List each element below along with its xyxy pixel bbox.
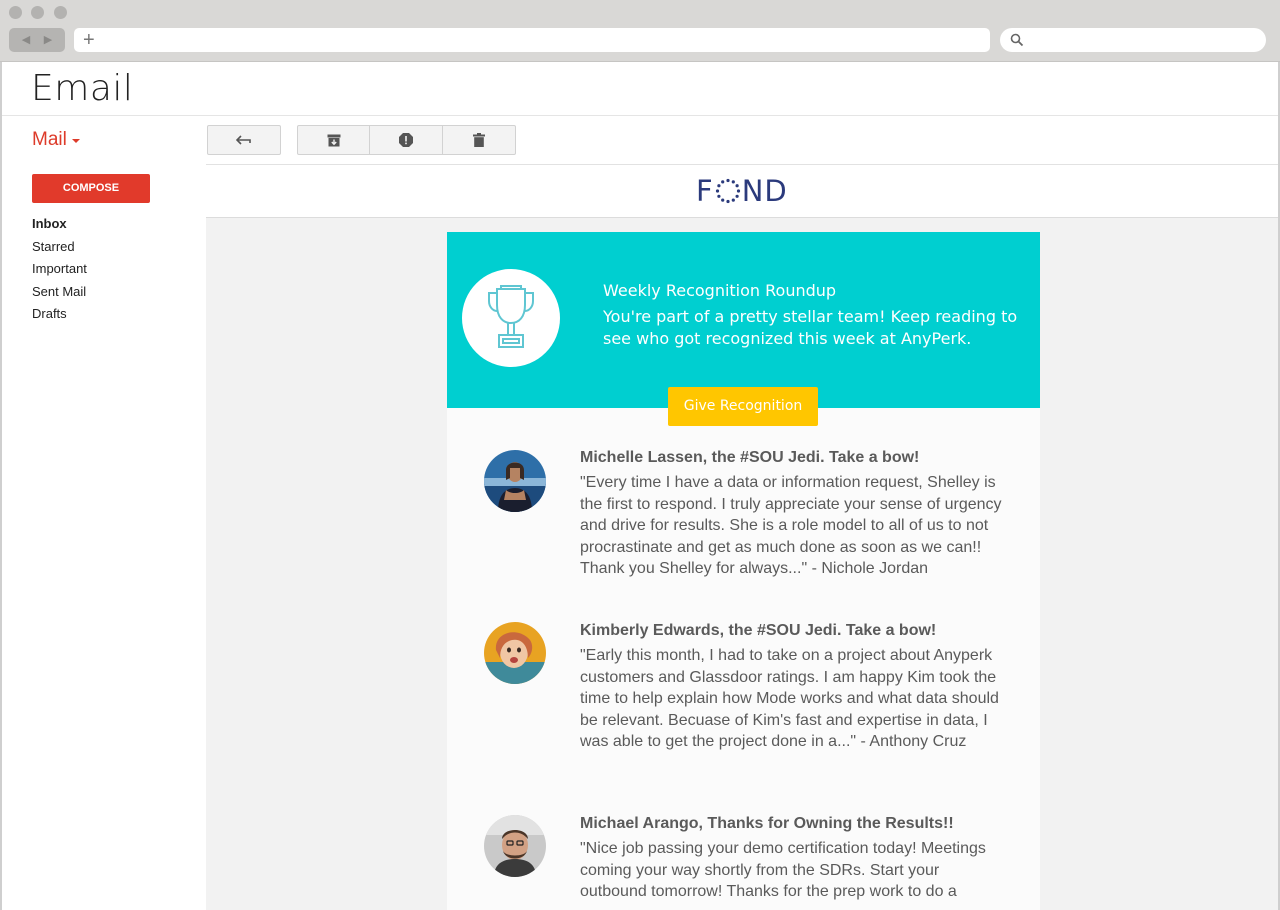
fond-logo: F ND — [696, 173, 788, 209]
logo-dotted-o-icon — [715, 178, 740, 204]
caret-down-icon[interactable] — [72, 139, 80, 143]
delete-icon — [473, 133, 485, 147]
recognition-entry-title: Kimberly Edwards, the #SOU Jedi. Take a … — [580, 622, 937, 639]
browser-search-field[interactable] — [1000, 28, 1266, 52]
sidebar-item-drafts[interactable]: Drafts — [32, 304, 87, 327]
archive-button[interactable] — [297, 125, 370, 155]
back-arrow-icon[interactable]: ◀ — [22, 34, 30, 46]
window-zoom-dot[interactable] — [54, 6, 67, 19]
avatar-photo — [484, 450, 546, 512]
sidebar-item-inbox[interactable]: Inbox — [32, 214, 87, 237]
mail-dropdown[interactable]: Mail — [32, 129, 67, 151]
new-tab-plus-icon[interactable]: + — [83, 29, 95, 51]
forward-arrow-icon[interactable]: ▶ — [44, 34, 52, 46]
give-recognition-button[interactable]: Give Recognition — [668, 387, 818, 426]
recognition-entry-body: "Every time I have a data or information… — [580, 474, 1002, 577]
avatar-photo — [484, 622, 546, 684]
reply-icon — [236, 135, 251, 145]
browser-chrome: ◀ ▶ + — [0, 0, 1280, 62]
sidebar-item-important[interactable]: Important — [32, 259, 87, 282]
sidebar-item-starred[interactable]: Starred — [32, 237, 87, 260]
app-title: Email — [31, 68, 134, 109]
logo-prefix: F — [696, 174, 714, 208]
avatar — [484, 622, 546, 684]
trophy-badge — [462, 269, 560, 367]
recognition-entry-title: Michelle Lassen, the #SOU Jedi. Take a b… — [580, 449, 920, 466]
reply-button[interactable] — [207, 125, 281, 155]
report-spam-icon — [399, 133, 413, 147]
window-close-dot[interactable] — [9, 6, 22, 19]
trophy-icon — [488, 285, 534, 348]
delete-button[interactable] — [442, 125, 516, 155]
title-divider — [2, 115, 1278, 116]
compose-button[interactable]: COMPOSE — [32, 174, 150, 203]
avatar — [484, 450, 546, 512]
recognition-entry-body: "Nice job passing your demo certificatio… — [580, 840, 986, 900]
address-bar[interactable]: + — [74, 28, 990, 52]
logo-suffix: ND — [741, 174, 788, 208]
window-minimize-dot[interactable] — [31, 6, 44, 19]
report-spam-button[interactable] — [369, 125, 443, 155]
sidebar-nav: Inbox Starred Important Sent Mail Drafts — [32, 214, 87, 327]
recognition-entry-title: Michael Arango, Thanks for Owning the Re… — [580, 815, 954, 832]
archive-icon — [327, 134, 340, 146]
avatar — [484, 815, 546, 877]
sidebar-item-sent-mail[interactable]: Sent Mail — [32, 282, 87, 305]
hero-title: Weekly Recognition Roundup — [603, 281, 837, 300]
search-icon — [1010, 33, 1024, 47]
hero-text: You're part of a pretty stellar team! Ke… — [603, 307, 1018, 348]
recognition-entry-body: "Early this month, I had to take on a pr… — [580, 647, 999, 750]
browser-nav-buttons: ◀ ▶ — [9, 28, 65, 52]
avatar-photo — [484, 815, 546, 877]
